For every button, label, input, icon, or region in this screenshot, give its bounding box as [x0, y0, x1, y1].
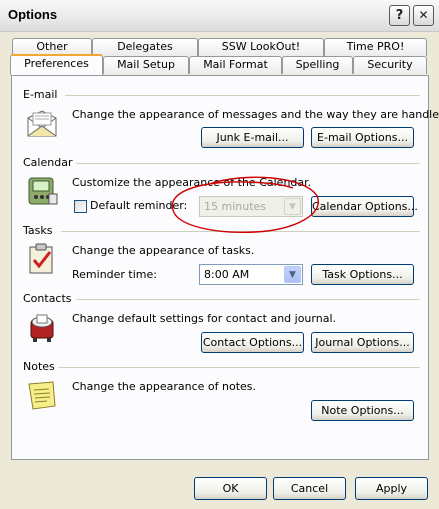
tab-spelling[interactable]: Spelling	[282, 56, 353, 74]
contacts-description: Change default settings for contact and …	[72, 312, 336, 325]
window-title: Options	[8, 7, 58, 22]
email-description: Change the appearance of messages and th…	[72, 108, 439, 121]
notes-heading: Notes	[23, 360, 55, 373]
envelope-icon	[27, 110, 57, 137]
calendar-options-button[interactable]: Calendar Options...	[311, 196, 418, 217]
tab-preferences[interactable]: Preferences	[10, 54, 103, 75]
default-reminder-value: 15 minutes	[204, 200, 267, 213]
contacts-separator	[76, 299, 420, 300]
calendar-heading: Calendar	[23, 156, 73, 169]
contact-options-button[interactable]: Contact Options...	[201, 332, 304, 353]
ok-button[interactable]: OK	[194, 477, 267, 500]
tab-security[interactable]: Security	[353, 56, 427, 74]
chevron-down-icon[interactable]: ▼	[284, 266, 301, 283]
tab-strip: Other Delegates SSW LookOut! Time PRO! P…	[0, 32, 439, 78]
sticky-note-icon	[28, 381, 56, 410]
tab-ssw-lookout[interactable]: SSW LookOut!	[198, 38, 324, 56]
calendar-description: Customize the appearance of the Calendar…	[72, 176, 312, 189]
email-separator	[65, 95, 420, 96]
tab-time-pro[interactable]: Time PRO!	[324, 38, 427, 56]
default-reminder-checkbox[interactable]	[74, 200, 87, 213]
task-options-button[interactable]: Task Options...	[311, 264, 414, 285]
cancel-button[interactable]: Cancel	[273, 477, 346, 500]
rolodex-icon	[30, 314, 54, 342]
contacts-heading: Contacts	[23, 292, 72, 305]
junk-email-button[interactable]: Junk E-mail...	[201, 127, 304, 148]
help-button[interactable]: ?	[389, 5, 410, 26]
journal-options-button[interactable]: Journal Options...	[311, 332, 414, 353]
title-bar: Options ? ✕	[0, 0, 439, 32]
tasks-description: Change the appearance of tasks.	[72, 244, 255, 257]
note-options-button[interactable]: Note Options...	[311, 400, 414, 421]
apply-button[interactable]: Apply	[355, 477, 428, 500]
tasks-separator	[61, 231, 420, 232]
tab-mail-format[interactable]: Mail Format	[189, 56, 282, 74]
notes-description: Change the appearance of notes.	[72, 380, 257, 393]
tab-mail-setup[interactable]: Mail Setup	[103, 56, 189, 74]
chevron-down-icon: ▼	[284, 198, 301, 215]
reminder-time-label: Reminder time:	[72, 268, 157, 281]
email-options-button[interactable]: E-mail Options...	[311, 127, 414, 148]
close-button[interactable]: ✕	[413, 5, 434, 26]
reminder-time-select[interactable]: 8:00 AM ▼	[199, 264, 303, 285]
notes-separator	[59, 367, 420, 368]
calendar-pda-icon	[28, 177, 58, 205]
email-heading: E-mail	[23, 88, 58, 101]
calendar-separator	[76, 163, 420, 164]
default-reminder-label: Default reminder:	[90, 199, 188, 212]
preferences-panel: E-mail Change the appearance of messages…	[11, 75, 439, 460]
reminder-time-value: 8:00 AM	[204, 268, 250, 281]
tasks-heading: Tasks	[23, 224, 53, 237]
tab-delegates[interactable]: Delegates	[92, 38, 198, 56]
default-reminder-select[interactable]: 15 minutes ▼	[199, 196, 303, 217]
task-clipboard-icon	[29, 243, 53, 274]
